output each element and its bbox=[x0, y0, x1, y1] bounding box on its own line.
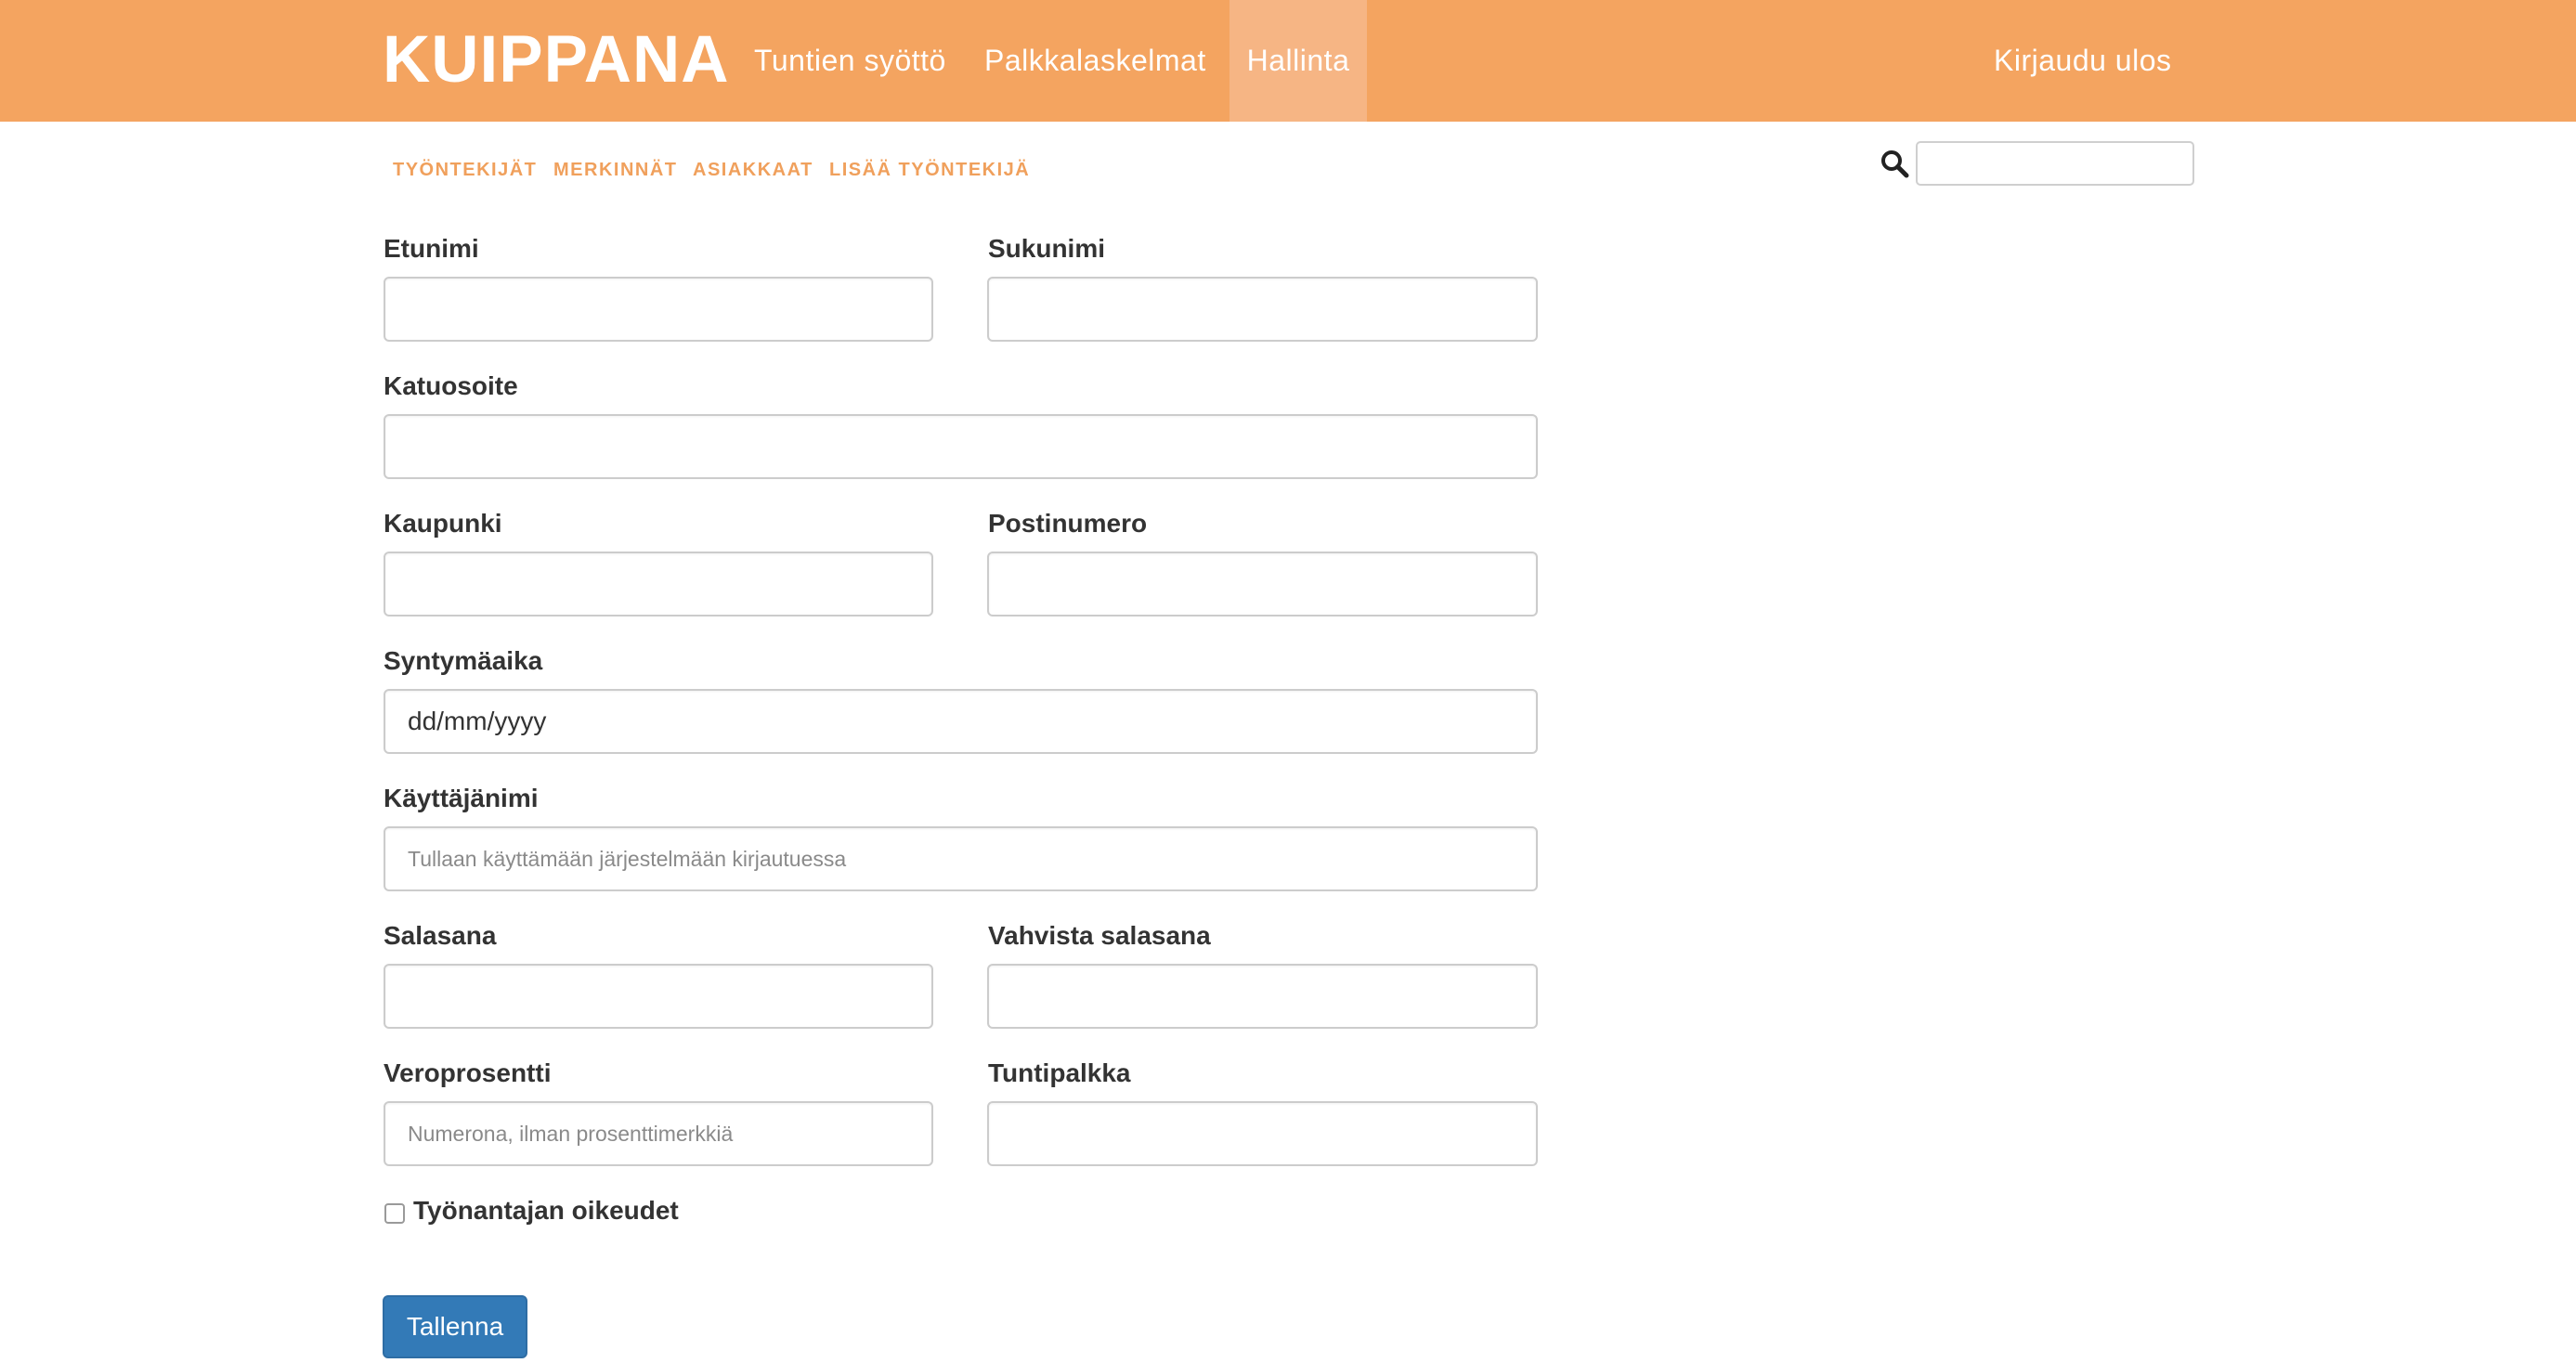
save-button[interactable]: Tallenna bbox=[383, 1295, 527, 1358]
kayttajanimi-field[interactable] bbox=[384, 826, 1538, 891]
kaupunki-label: Kaupunki bbox=[384, 509, 502, 538]
sukunimi-label: Sukunimi bbox=[988, 234, 1106, 263]
katuosoite-field[interactable] bbox=[384, 414, 1538, 479]
subnav-asiakkaat[interactable]: ASIAKKAAT bbox=[693, 160, 813, 181]
salasana-field[interactable] bbox=[384, 964, 933, 1029]
subnav-tyontekijat[interactable]: TYÖNTEKIJÄT bbox=[393, 160, 537, 181]
tyonantajan-oikeudet-checkbox[interactable] bbox=[384, 1203, 405, 1224]
search-input[interactable] bbox=[1916, 141, 2194, 186]
sukunimi-field[interactable] bbox=[987, 277, 1538, 342]
search-icon[interactable] bbox=[1880, 149, 1909, 178]
etunimi-label: Etunimi bbox=[384, 234, 479, 263]
nav-tuntien-syotto[interactable]: Tuntien syöttö bbox=[739, 0, 961, 122]
tuntipalkka-field[interactable] bbox=[987, 1101, 1538, 1166]
vahvista-salasana-field[interactable] bbox=[987, 964, 1538, 1029]
top-navbar: KUIPPANA Tuntien syöttö Palkkalaskelmat … bbox=[0, 0, 2576, 122]
kaupunki-field[interactable] bbox=[384, 552, 933, 617]
syntymaaika-label: Syntymäaika bbox=[384, 646, 543, 675]
tuntipalkka-label: Tuntipalkka bbox=[988, 1058, 1131, 1087]
brand-logo[interactable]: KUIPPANA bbox=[383, 20, 730, 100]
postinumero-label: Postinumero bbox=[988, 509, 1148, 538]
logout-link[interactable]: Kirjaudu ulos bbox=[1979, 0, 2187, 122]
etunimi-field[interactable] bbox=[384, 277, 933, 342]
tyonantajan-oikeudet-label[interactable]: Työnantajan oikeudet bbox=[413, 1196, 679, 1226]
postinumero-field[interactable] bbox=[987, 552, 1538, 617]
nav-palkkalaskelmat[interactable]: Palkkalaskelmat bbox=[969, 0, 1221, 122]
subnav-merkinnat[interactable]: MERKINNÄT bbox=[553, 160, 678, 181]
nav-hallinta[interactable]: Hallinta bbox=[1229, 0, 1367, 122]
veroprosentti-label: Veroprosentti bbox=[384, 1058, 552, 1087]
kayttajanimi-label: Käyttäjänimi bbox=[384, 784, 539, 812]
vahvista-salasana-label: Vahvista salasana bbox=[988, 921, 1211, 950]
syntymaaika-date-field[interactable]: dd/mm/yyyy bbox=[384, 689, 1538, 754]
salasana-label: Salasana bbox=[384, 921, 497, 950]
katuosoite-label: Katuosoite bbox=[384, 371, 518, 400]
subnav-lisaa-tyontekija[interactable]: LISÄÄ TYÖNTEKIJÄ bbox=[829, 160, 1030, 181]
veroprosentti-field[interactable] bbox=[384, 1101, 933, 1166]
